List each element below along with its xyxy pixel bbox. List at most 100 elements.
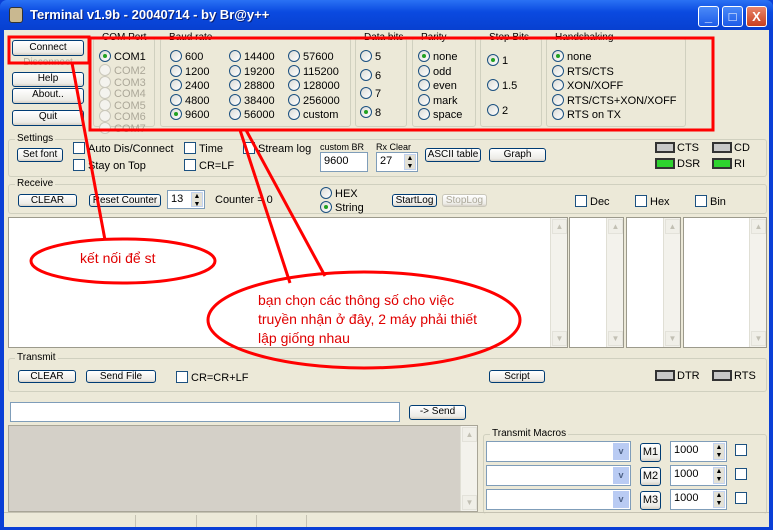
bin-checkbox[interactable]: Bin (695, 195, 726, 209)
macro-m3-button[interactable]: M3 (640, 491, 661, 510)
baud-2400-radio[interactable]: 2400 (170, 79, 209, 93)
reset-counter-button[interactable]: Reset Counter (89, 194, 161, 207)
receive-scrollbar[interactable]: ▲ ▼ (550, 218, 567, 347)
dec-checkbox[interactable]: Dec (575, 195, 610, 209)
time-checkbox[interactable]: Time (184, 142, 223, 156)
spinner-arrows-icon[interactable]: ▲ ▼ (404, 154, 416, 170)
spinner-arrows-icon[interactable]: ▲ ▼ (191, 192, 203, 208)
stop-bits-2-radio[interactable]: 2 (487, 104, 508, 118)
com-port-com1-radio[interactable]: COM1 (99, 50, 146, 64)
hex-checkbox[interactable]: Hex (635, 195, 670, 209)
handshaking-2-radio[interactable]: XON/XOFF (552, 79, 623, 93)
graph-button[interactable]: Graph (489, 148, 546, 162)
stop-log-button[interactable]: StopLog (442, 194, 487, 207)
receive-dec-area[interactable]: ▲ ▼ (569, 217, 624, 348)
parity-space-radio[interactable]: space (418, 108, 462, 122)
send-file-button[interactable]: Send File (86, 370, 156, 383)
about-button[interactable]: About.. (12, 88, 84, 104)
parity-even-radio[interactable]: even (418, 79, 457, 93)
baud-57600-radio[interactable]: 57600 (288, 50, 334, 64)
send-button[interactable]: -> Send (409, 405, 466, 420)
cr-crlf-checkbox[interactable]: CR=CR+LF (176, 371, 248, 385)
close-button[interactable]: X (746, 6, 767, 27)
baud-custom-radio[interactable]: custom (288, 108, 338, 122)
hex-radio[interactable]: HEX (320, 187, 358, 201)
baud-9600-radio[interactable]: 9600 (170, 108, 209, 122)
handshaking-4-radio[interactable]: RTS on TX (552, 108, 621, 122)
handshaking-0-radio[interactable]: none (552, 50, 591, 64)
com-port-com7-radio[interactable]: COM7 (99, 121, 146, 136)
counter-spinner[interactable]: 13 ▲ ▼ (167, 190, 205, 209)
chevron-down-icon[interactable]: v (613, 467, 629, 484)
rts-indicator[interactable]: RTS (712, 370, 756, 382)
macro-combo[interactable]: v (486, 441, 631, 462)
baud-4800-radio[interactable]: 4800 (170, 93, 209, 108)
ascii-table-button[interactable]: ASCII table (425, 148, 481, 162)
macro-delay-spinner[interactable]: 1000 ▲ ▼ (670, 489, 727, 510)
baud-1200-radio[interactable]: 1200 (170, 64, 209, 79)
rx-clear-spinner[interactable]: 27 ▲ ▼ (376, 152, 418, 172)
parity-none-radio[interactable]: none (418, 50, 457, 64)
macro-combo[interactable]: v (486, 465, 631, 486)
macro-repeat-checkbox[interactable] (735, 444, 750, 458)
baud-14400-radio[interactable]: 14400 (229, 50, 275, 64)
data-bits-8-radio[interactable]: 8 (360, 105, 381, 120)
hex-scrollbar[interactable]: ▲ ▼ (663, 218, 680, 347)
disconnect-button[interactable]: Disconnect (12, 57, 84, 71)
data-bits-6-radio[interactable]: 6 (360, 68, 381, 83)
parity-mark-radio[interactable]: mark (418, 93, 457, 108)
stop-bits-1-5-radio[interactable]: 1.5 (487, 79, 517, 93)
quit-button[interactable]: Quit (12, 110, 84, 126)
cr-lf-checkbox[interactable]: CR=LF (184, 159, 234, 173)
data-bits-5-radio[interactable]: 5 (360, 50, 381, 64)
macro-combo[interactable]: v (486, 489, 631, 510)
transmit-log-area[interactable]: ▲ ▼ (8, 425, 478, 512)
baud-19200-radio[interactable]: 19200 (229, 64, 275, 79)
dec-scrollbar[interactable]: ▲ ▼ (606, 218, 623, 347)
macro-repeat-checkbox[interactable] (735, 492, 750, 506)
spinner-arrows-icon[interactable]: ▲ ▼ (713, 467, 725, 484)
macro-delay-spinner[interactable]: 1000 ▲ ▼ (670, 441, 727, 462)
receive-hex-area[interactable]: ▲ ▼ (626, 217, 681, 348)
connect-button[interactable]: Connect (12, 40, 84, 56)
chevron-down-icon[interactable]: v (613, 491, 629, 508)
custom-br-input[interactable]: 9600 (320, 152, 368, 172)
dtr-indicator[interactable]: DTR (655, 370, 700, 382)
spinner-arrows-icon[interactable]: ▲ ▼ (713, 491, 725, 508)
macro-m2-button[interactable]: M2 (640, 467, 661, 486)
stream-log-checkbox[interactable]: Stream log (243, 142, 311, 156)
minimize-button[interactable]: _ (698, 6, 719, 27)
bin-scrollbar[interactable]: ▲ ▼ (749, 218, 766, 347)
parity-odd-radio[interactable]: odd (418, 64, 451, 79)
receive-bin-area[interactable]: ▲ ▼ (683, 217, 767, 348)
handshaking-1-radio[interactable]: RTS/CTS (552, 64, 614, 79)
stop-bits-1-radio[interactable]: 1 (487, 54, 508, 68)
help-button[interactable]: Help (12, 72, 84, 87)
chevron-down-icon[interactable]: v (613, 443, 629, 460)
receive-clear-button[interactable]: CLEAR (18, 194, 77, 207)
macro-repeat-checkbox[interactable] (735, 468, 750, 482)
string-radio[interactable]: String (320, 201, 364, 215)
baud-56000-radio[interactable]: 56000 (229, 108, 275, 122)
auto-dis-connect-checkbox[interactable]: Auto Dis/Connect (73, 142, 174, 156)
maximize-button[interactable]: □ (722, 6, 743, 27)
stay-on-top-checkbox[interactable]: Stay on Top (73, 159, 146, 173)
baud-128000-radio[interactable]: 128000 (288, 79, 340, 93)
transmit-input[interactable] (10, 402, 400, 422)
baud-38400-radio[interactable]: 38400 (229, 93, 275, 108)
baud-256000-radio[interactable]: 256000 (288, 93, 340, 108)
baud-115200-radio[interactable]: 115200 (288, 64, 339, 79)
start-log-button[interactable]: StartLog (392, 194, 437, 207)
handshaking-3-radio[interactable]: RTS/CTS+XON/XOFF (552, 93, 677, 108)
transmit-clear-button[interactable]: CLEAR (18, 370, 76, 383)
macro-delay-spinner[interactable]: 1000 ▲ ▼ (670, 465, 727, 486)
baud-600-radio[interactable]: 600 (170, 50, 203, 64)
baud-28800-radio[interactable]: 28800 (229, 79, 275, 93)
transmit-log-scrollbar[interactable]: ▲ ▼ (460, 426, 477, 511)
data-bits-7-radio[interactable]: 7 (360, 87, 381, 101)
macro-m1-button[interactable]: M1 (640, 443, 661, 462)
script-button[interactable]: Script (489, 370, 545, 383)
spinner-arrows-icon[interactable]: ▲ ▼ (713, 443, 725, 460)
set-font-button[interactable]: Set font (17, 148, 63, 162)
receive-text-area[interactable]: ▲ ▼ (8, 217, 568, 348)
